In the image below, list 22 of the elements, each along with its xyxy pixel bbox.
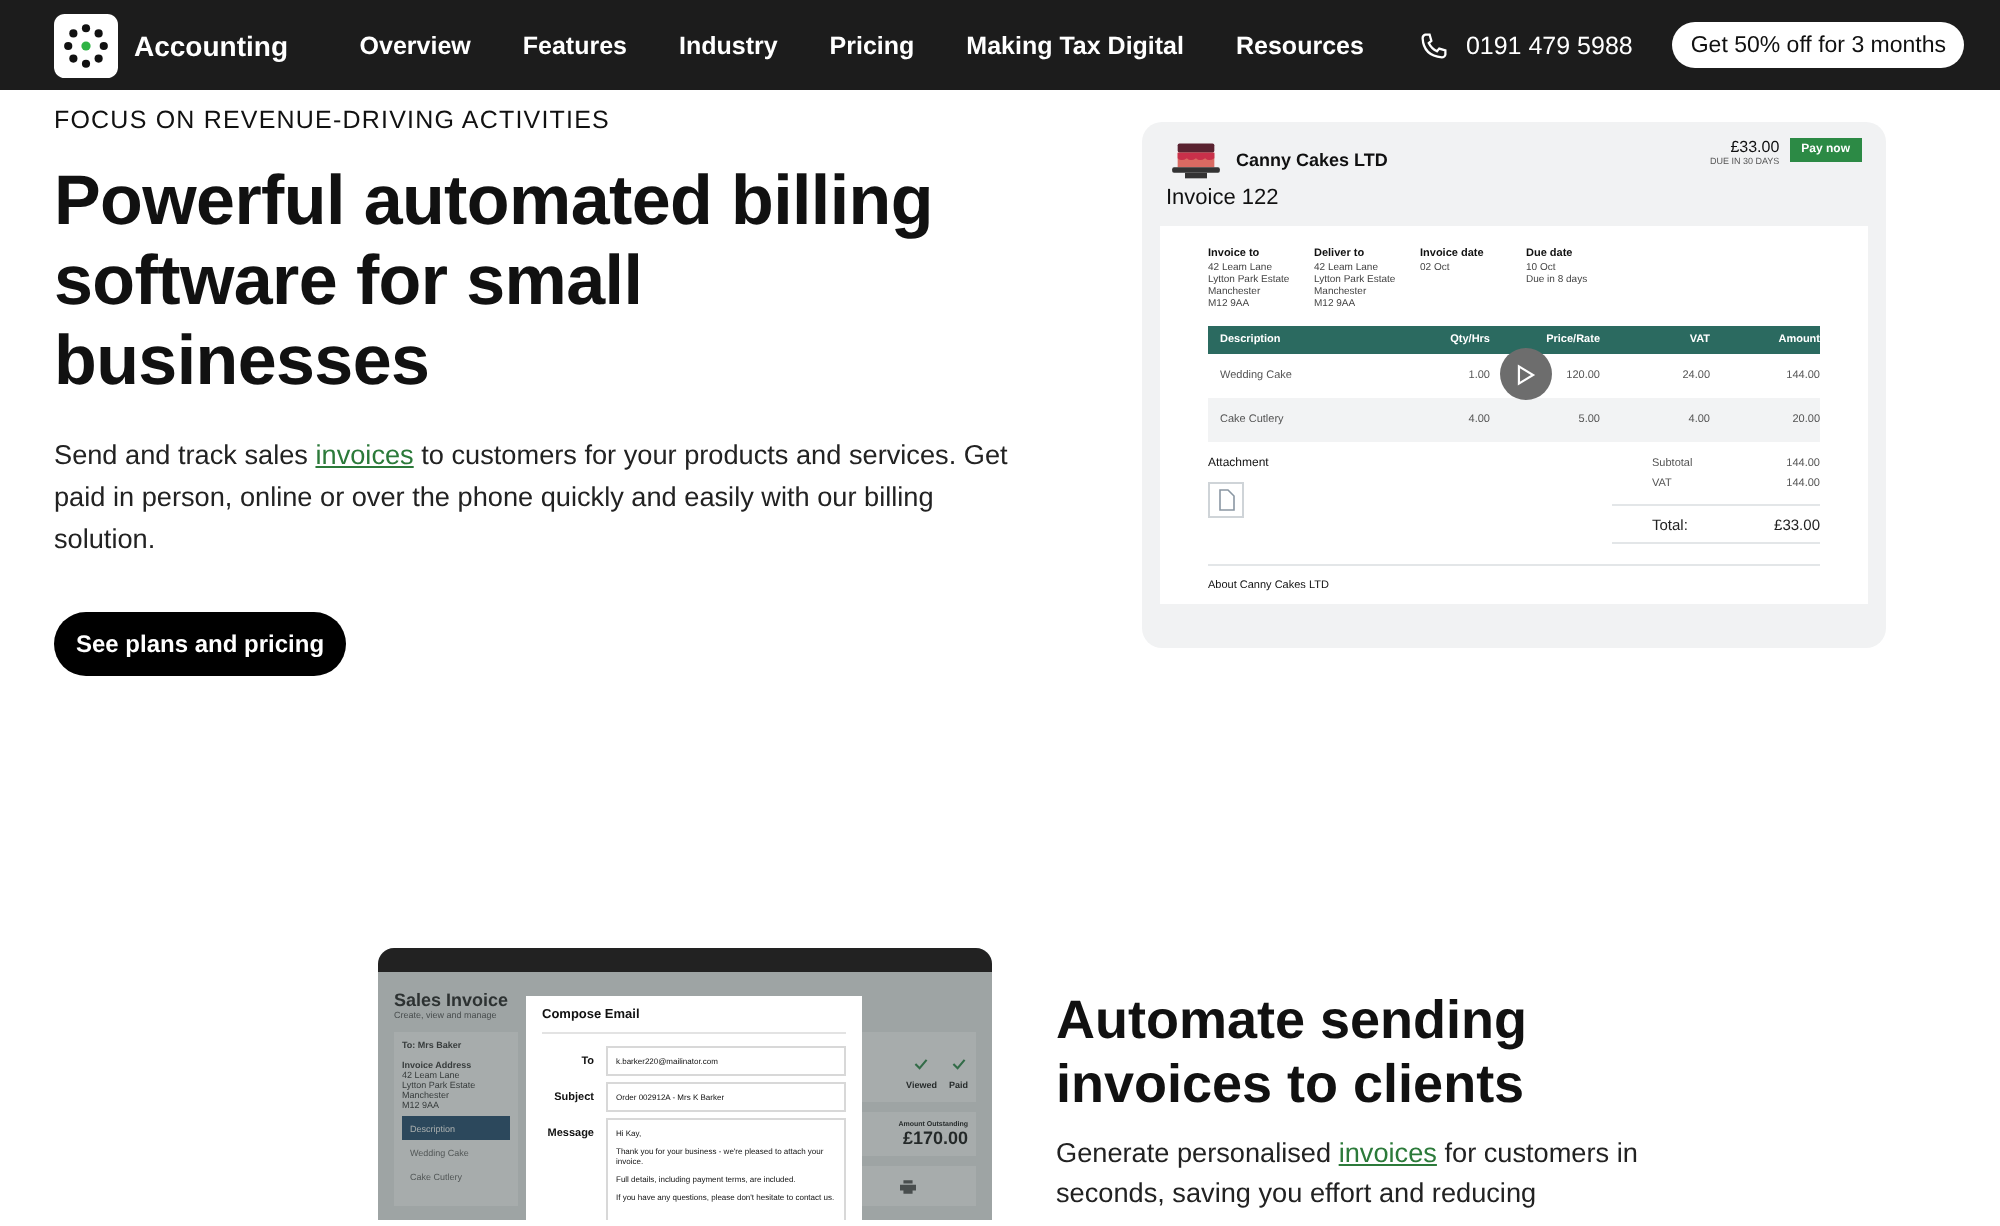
- nav-link[interactable]: Resources: [1236, 31, 1364, 59]
- nav-link[interactable]: Features: [522, 31, 627, 59]
- hero-paragraph: Send and track sales invoices to customers for your products and services. Get paid in person, online or over the phone quickly and easily with our billing solution.: [54, 438, 1010, 558]
- hero-heading: Powerful automated billing software for small businesses: [54, 162, 935, 402]
- nav-link[interactable]: Making Tax Digital: [966, 31, 1184, 59]
- nav-link[interactable]: Industry: [678, 31, 778, 59]
- section-paragraph: Generate personalised invoices for customers in seconds, saving you effort and reducing: [1056, 1136, 1640, 1212]
- nav-link[interactable]: Pricing: [829, 31, 915, 59]
- company-name: Canny Cakes LTD: [1236, 150, 1388, 170]
- brand-link[interactable]: Accounting: [134, 29, 288, 61]
- invoice-title: Invoice 122: [1166, 186, 1281, 210]
- phone-link[interactable]: 0191 479 5988: [1465, 31, 1633, 59]
- invoices-link[interactable]: invoices: [1338, 1138, 1437, 1168]
- amount-due: £33.00: [1728, 138, 1780, 156]
- eyebrow-text: FOCUS ON REVENUE-DRIVING ACTIVITIES: [54, 106, 612, 138]
- nav-link[interactable]: Overview: [359, 31, 471, 59]
- offer-button[interactable]: Get 50% off for 3 months: [1672, 22, 1964, 68]
- page-title: Sales Invoice: [394, 990, 509, 1010]
- section-heading: Automate sending invoices to clients: [1056, 988, 1530, 1116]
- outstanding-amount: £170.00: [900, 1128, 968, 1148]
- plans-button[interactable]: See plans and pricing: [54, 612, 347, 676]
- invoices-link[interactable]: invoices: [315, 440, 414, 470]
